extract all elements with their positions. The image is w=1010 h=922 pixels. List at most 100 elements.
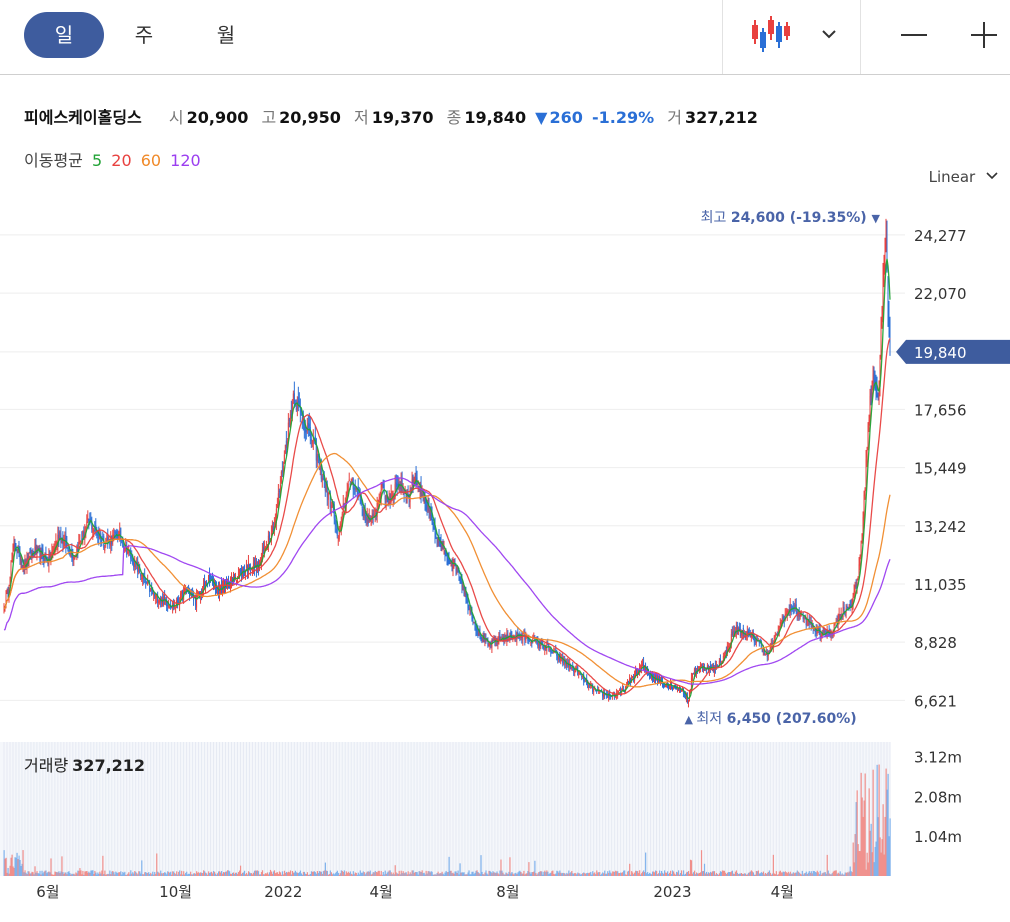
ma-5-label[interactable]: 5 [92,151,102,170]
candle-body [105,542,107,545]
volume-bar [147,872,149,876]
candle-body [832,629,834,635]
volume-bar [267,874,270,876]
candle-body [275,508,277,524]
volume-bar [301,874,304,876]
scale-selector[interactable]: Linear [929,168,1000,186]
candle-body [260,557,262,565]
candle-body [36,547,38,557]
candle-body [121,540,123,542]
volume-bar [325,870,327,876]
candle-body [344,503,346,510]
volume-bar [21,863,23,876]
volume-bar [445,870,447,876]
volume-bar [866,852,868,876]
candle-body [547,643,549,645]
candle-body [608,693,610,698]
volume-bar [164,872,166,876]
candle-body [829,629,831,635]
chart-type-dropdown[interactable] [812,12,846,58]
candle-body [571,667,573,669]
volume-bar [390,872,392,876]
change-value: 260 [549,108,583,127]
candle-body [228,584,230,587]
zoom-out-button[interactable] [892,12,936,58]
volume-bar [571,870,573,876]
candle-body [584,680,586,682]
volume-bar [212,873,214,876]
ma-120-label[interactable]: 120 [170,151,201,170]
candle-body [671,686,673,688]
volume-bar [699,872,702,876]
candle-body [875,380,877,391]
candle-body [674,685,676,687]
time-tick-label: 2023 [653,883,691,901]
candle-body [16,551,18,553]
candle-body [89,519,91,521]
candle-body [800,612,802,617]
candle-body [887,276,889,314]
high-value: 20,950 [279,108,341,127]
volume-bar [230,874,233,876]
volume-bar [242,872,245,876]
candle-body [535,639,537,643]
candle-body [618,690,620,694]
volume-bar [131,873,133,876]
candle-body [3,608,5,612]
candle-body [685,696,687,701]
candle-body [49,552,51,561]
volume-bar [341,870,343,876]
candle-body [294,403,296,406]
candle-body [352,478,354,490]
candle-body [59,535,61,540]
volume-bar [745,874,748,876]
volume-bar [747,872,750,876]
zoom-in-button[interactable] [962,12,1006,58]
period-tab-week[interactable]: 주 [104,12,184,58]
candle-body [542,643,544,648]
volume-bar [578,873,580,876]
candle-body [393,494,395,496]
candle-body [133,561,135,568]
candle-body [432,523,434,526]
volume-bar [729,872,732,876]
volume-bar [831,873,833,876]
volume-bar [762,871,764,876]
volume-bar [323,870,325,876]
chart-type-button[interactable] [740,12,800,58]
volume-bar [61,856,63,876]
candle-body [790,604,792,611]
volume-bar [190,871,192,876]
candle-body [253,559,255,569]
volume-bar [107,873,109,876]
ma-60-label[interactable]: 60 [141,151,161,170]
volume-bar [592,871,594,876]
volume-bar [591,874,593,876]
volume-bar [785,872,787,876]
candle-body [666,683,668,685]
candle-body [291,402,293,414]
candle-body [322,475,324,480]
period-tab-month[interactable]: 월 [186,12,266,58]
volume-bar [140,873,142,876]
volume-bar [690,860,693,876]
candle-body [116,531,118,538]
open-value: 20,900 [186,108,249,127]
ma-20-label[interactable]: 20 [111,151,131,170]
candle-body [135,562,137,564]
candle-body [854,585,856,593]
volume-bar [542,874,544,876]
candle-body [37,548,39,550]
candle-body [51,550,53,558]
candle-body [877,394,879,399]
volume-bar [42,873,44,876]
volume-bar [292,872,295,876]
period-tab-day[interactable]: 일 [24,12,104,58]
volume-bar [594,872,596,876]
volume-bar [146,873,148,876]
volume-bar [475,870,477,876]
candle-body [372,513,374,517]
volume-bar [845,872,847,876]
volume-bar [306,872,309,876]
candle-body [66,543,68,545]
